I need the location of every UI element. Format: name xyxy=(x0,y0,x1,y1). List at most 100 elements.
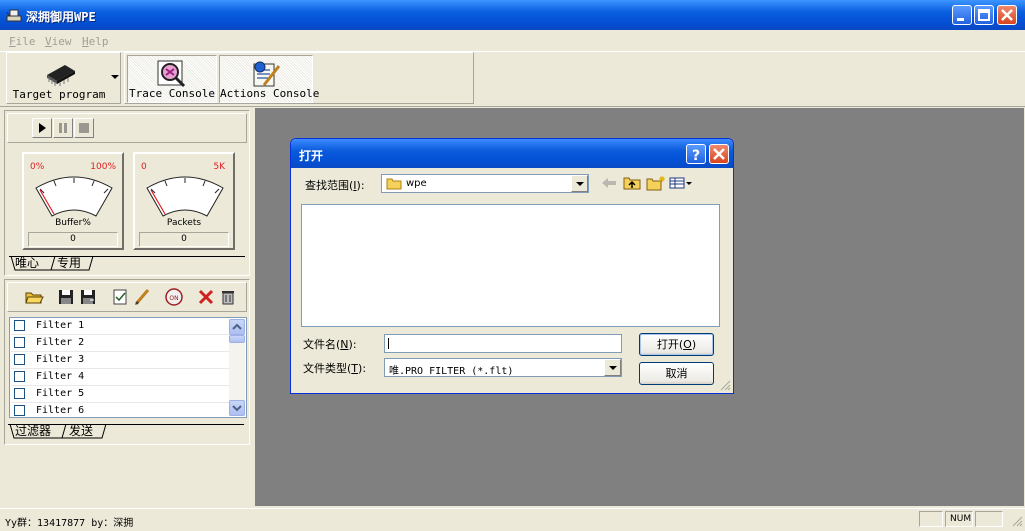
trace-magnifier-icon xyxy=(157,60,186,88)
svg-text:?: ? xyxy=(692,148,700,163)
filter-checkbox[interactable] xyxy=(14,405,25,416)
up-folder-icon[interactable] xyxy=(623,176,641,190)
play-icon xyxy=(39,123,46,133)
filetype-label: 文件类型(T): xyxy=(303,362,367,375)
menu-bar: File View Help xyxy=(0,31,1025,52)
stop-button[interactable] xyxy=(74,118,94,138)
file-list-area[interactable] xyxy=(301,204,720,327)
maximize-icon xyxy=(978,9,990,21)
chevron-down-icon[interactable] xyxy=(111,75,119,81)
lookin-label: 查找范围(I): xyxy=(305,179,365,192)
filter-checkbox[interactable] xyxy=(14,337,25,348)
title-bar[interactable]: 深拥御用WPE xyxy=(0,0,1025,30)
scroll-down-button[interactable] xyxy=(229,400,245,416)
filter-label: Filter 5 xyxy=(36,388,85,399)
console-group: Trace Console Actions Console xyxy=(124,52,474,104)
dialog-title-bar[interactable]: 打开 ? xyxy=(291,139,733,168)
chevron-up-icon xyxy=(232,323,242,330)
filename-label-text: 文件名 xyxy=(303,338,336,351)
lookin-dropdown-button[interactable] xyxy=(571,175,588,192)
tab-outline xyxy=(10,256,94,271)
target-program-label: Target program xyxy=(12,88,106,101)
edit-check-icon[interactable] xyxy=(110,287,130,307)
text-caret xyxy=(388,338,389,349)
minimize-icon xyxy=(957,18,964,21)
filter-row[interactable]: Filter 6 xyxy=(11,403,229,419)
menu-view[interactable]: View xyxy=(45,35,72,48)
scroll-thumb[interactable] xyxy=(229,335,245,343)
maximize-button[interactable] xyxy=(974,5,994,25)
open-folder-icon[interactable] xyxy=(24,287,44,307)
actions-console-label: Actions Console xyxy=(220,87,320,100)
cancel-button[interactable]: 取消 xyxy=(639,362,714,385)
filter-row[interactable]: Filter 5 xyxy=(11,386,229,403)
close-button[interactable] xyxy=(997,5,1017,25)
trace-console-button[interactable]: Trace Console xyxy=(127,55,217,103)
minimize-button[interactable] xyxy=(952,5,972,25)
resize-grip-icon[interactable] xyxy=(719,379,731,391)
filter-row[interactable]: Filter 2 xyxy=(11,335,229,352)
dialog-help-button[interactable]: ? xyxy=(686,144,706,164)
status-resize-grip-icon[interactable] xyxy=(1011,515,1023,527)
lookin-key: I xyxy=(353,179,357,192)
buffer-gauge-value: 0 xyxy=(28,232,118,247)
lookin-value: wpe xyxy=(406,178,427,189)
open-file-dialog: 打开 ? 查找范围(I): wpe 文件名(N): 文件类型(T): 唯.PRO… xyxy=(290,138,734,394)
filter-toolbar: ON xyxy=(7,282,247,312)
trash-icon[interactable] xyxy=(218,287,238,307)
menu-help[interactable]: Help xyxy=(82,35,109,48)
packets-gauge: 0 5K Packets 0 xyxy=(133,152,235,250)
filter-checkbox[interactable] xyxy=(14,388,25,399)
buffer-gauge-max: 100% xyxy=(90,162,116,172)
help-icon: ? xyxy=(692,148,700,164)
back-arrow-icon[interactable] xyxy=(601,177,617,189)
status-num-indicator: NUM xyxy=(945,511,973,527)
save-as-icon[interactable] xyxy=(78,287,98,307)
status-text: Yy群：13417877 by：深拥 xyxy=(5,518,134,529)
new-folder-icon[interactable] xyxy=(646,175,666,191)
filter-list[interactable]: Filter 1 Filter 2 Filter 3 Filter 4 Filt… xyxy=(9,317,247,418)
menu-file[interactable]: File xyxy=(9,35,36,48)
buffer-gauge-min: 0% xyxy=(30,162,45,172)
filter-checkbox[interactable] xyxy=(14,320,25,331)
filetype-dropdown-button[interactable] xyxy=(604,359,621,376)
status-bar: Yy群：13417877 by：深拥 NUM xyxy=(0,508,1025,531)
filetype-key: T xyxy=(351,362,359,375)
packets-gauge-min: 0 xyxy=(141,162,147,172)
actions-console-button[interactable]: Actions Console xyxy=(219,55,320,103)
play-button[interactable] xyxy=(32,118,52,138)
open-key: O xyxy=(683,338,692,351)
packets-dial xyxy=(146,176,224,217)
filter-label: Filter 1 xyxy=(36,320,85,331)
delete-x-icon[interactable] xyxy=(196,287,216,307)
filter-checkbox[interactable] xyxy=(14,354,25,365)
menu-help-key: H xyxy=(82,35,89,48)
filter-label: Filter 4 xyxy=(36,371,85,382)
filetype-combo[interactable]: 唯.PRO FILTER (*.flt) xyxy=(384,358,622,377)
open-button[interactable]: 打开(O) xyxy=(639,333,714,356)
scroll-up-button[interactable] xyxy=(229,319,245,335)
filter-row[interactable]: Filter 4 xyxy=(11,369,229,386)
folder-icon xyxy=(386,178,402,190)
pencil-icon[interactable] xyxy=(132,287,152,307)
filter-checkbox[interactable] xyxy=(14,371,25,382)
filter-label: Filter 3 xyxy=(36,354,85,365)
lookin-label-text: 查找范围 xyxy=(305,179,349,192)
dialog-close-button[interactable] xyxy=(709,144,729,164)
filter-list-scrollbar[interactable] xyxy=(229,319,245,416)
status-pane-scroll xyxy=(975,511,1003,527)
pause-button[interactable] xyxy=(53,118,73,138)
on-toggle-icon[interactable]: ON xyxy=(164,287,184,307)
buffer-gauge: 0% 100% Buffer% 0 xyxy=(22,152,124,250)
save-icon[interactable] xyxy=(56,287,76,307)
target-program-button[interactable]: Target program xyxy=(9,55,109,103)
filter-row[interactable]: Filter 3 xyxy=(11,352,229,369)
filter-row[interactable]: Filter 1 xyxy=(11,318,229,335)
actions-notepad-icon xyxy=(253,61,281,87)
filename-input[interactable] xyxy=(384,334,622,353)
trace-console-label: Trace Console xyxy=(128,87,216,100)
capture-controls xyxy=(7,113,247,143)
tab-outline xyxy=(9,424,107,439)
lookin-combo[interactable]: wpe xyxy=(381,174,589,193)
view-menu-icon[interactable] xyxy=(669,177,693,189)
